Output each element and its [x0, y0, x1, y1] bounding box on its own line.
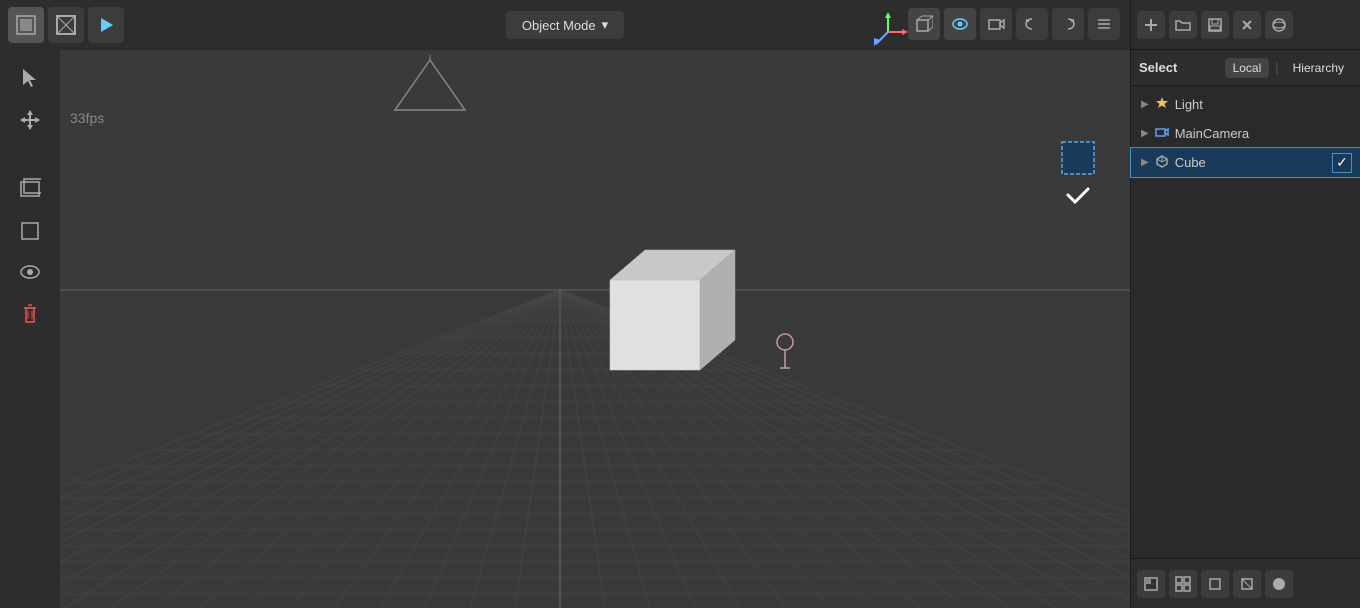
visibility-btn[interactable] [12, 254, 48, 290]
camera-view-btn[interactable] [980, 8, 1012, 40]
light-icon [1155, 96, 1169, 113]
object-mode-label: Object Mode [522, 18, 596, 33]
rp-bottom-shading-btn[interactable] [1137, 570, 1165, 598]
hier-label-camera: MainCamera [1175, 126, 1249, 141]
view-controls-bar [908, 8, 1120, 40]
right-panel: Select Local | Hierarchy ▶ Light ▶ [1130, 0, 1360, 608]
hier-arrow-cube: ▶ [1141, 157, 1149, 168]
select-label: Select [1139, 60, 1177, 75]
redo-btn[interactable] [1052, 8, 1084, 40]
select-bar: Select Local | Hierarchy [1131, 50, 1360, 86]
origin-indicator [770, 330, 800, 376]
dropdown-arrow: ▾ [602, 17, 609, 33]
layer-btn-2[interactable] [12, 212, 48, 248]
move-tool-btn[interactable] [12, 102, 48, 138]
rp-bottom-delete2-btn[interactable] [1233, 570, 1261, 598]
left-sidebar [0, 50, 60, 608]
hier-label-light: Light [1175, 97, 1203, 112]
hier-arrow-light: ▶ [1141, 99, 1149, 110]
rp-add-btn[interactable] [1137, 11, 1165, 39]
blender-logo-btn[interactable] [8, 7, 44, 43]
rp-sphere-btn[interactable] [1265, 11, 1293, 39]
play-btn[interactable] [88, 7, 124, 43]
layer-btn-1[interactable] [12, 170, 48, 206]
camera-icon [1155, 125, 1169, 142]
object-mode-button[interactable]: Object Mode ▾ [506, 11, 624, 39]
camera-wireframe [390, 55, 470, 118]
hier-arrow-camera: ▶ [1141, 128, 1149, 139]
menu-btn[interactable] [1088, 8, 1120, 40]
local-button[interactable]: Local [1225, 58, 1270, 78]
rp-delete-btn[interactable] [1233, 11, 1261, 39]
hierarchy-list: ▶ Light ▶ MainCamera ▶ [1131, 86, 1360, 181]
undo-btn[interactable] [1016, 8, 1048, 40]
render-view-btn[interactable] [944, 8, 976, 40]
hierarchy-item-maincamera[interactable]: ▶ MainCamera [1131, 119, 1360, 148]
fps-counter: 33fps [70, 110, 104, 126]
hierarchy-button[interactable]: Hierarchy [1285, 58, 1352, 78]
cube-icon [1155, 154, 1169, 171]
selection-rect-icon [1060, 140, 1130, 212]
rp-folder-btn[interactable] [1169, 11, 1197, 39]
wireframe-btn[interactable] [48, 7, 84, 43]
rp-bottom-grid-btn[interactable] [1169, 570, 1197, 598]
rp-bottom-sphere2-btn[interactable] [1265, 570, 1293, 598]
hierarchy-item-light[interactable]: ▶ Light [1131, 90, 1360, 119]
rp-save-btn[interactable] [1201, 11, 1229, 39]
gizmo[interactable] [866, 10, 910, 57]
ortho-cube-btn[interactable] [908, 8, 940, 40]
rp-bottom-toolbar [1131, 558, 1360, 608]
viewport[interactable]: 33fps [0, 0, 1130, 608]
hier-label-cube: Cube [1175, 155, 1206, 170]
hierarchy-item-cube[interactable]: ▶ Cube ✓ [1131, 148, 1360, 177]
cube-3d-object [580, 220, 740, 380]
cube-checkbox[interactable]: ✓ [1332, 153, 1352, 173]
grid-canvas [0, 0, 1130, 608]
rp-bottom-cube-btn[interactable] [1201, 570, 1229, 598]
delete-btn[interactable] [12, 296, 48, 332]
cursor-tool-btn[interactable] [12, 60, 48, 96]
rp-top-toolbar [1131, 0, 1360, 50]
